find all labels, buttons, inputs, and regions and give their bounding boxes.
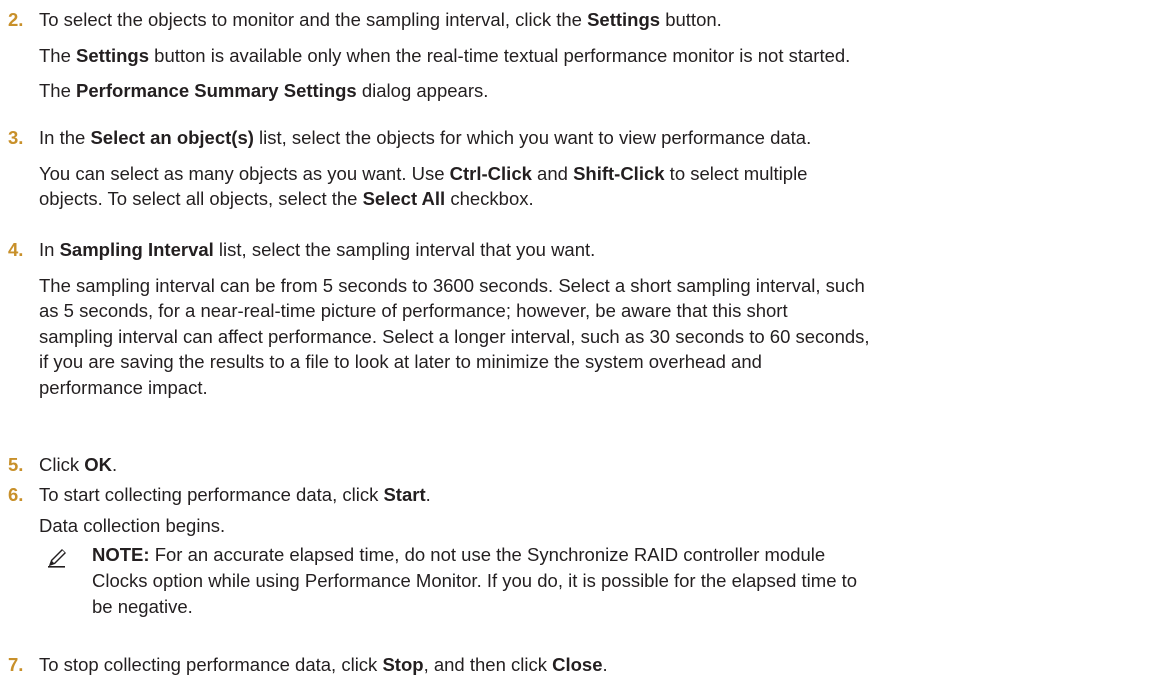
step-text-line: sampling interval can affect performance… — [39, 324, 870, 350]
text-segment: checkbox. — [445, 188, 534, 209]
ui-term: Select an object(s) — [90, 127, 254, 148]
text-segment: dialog appears. — [356, 80, 489, 101]
ui-term: OK — [84, 454, 112, 475]
step-number: 5. — [8, 454, 24, 475]
step-text-line: if you are saving the results to a file … — [39, 349, 762, 375]
text-segment: button. — [660, 9, 722, 30]
step-text-line: The Settings button is available only wh… — [39, 43, 850, 69]
ui-term: Shift-Click — [573, 163, 665, 184]
step-text-line: The Performance Summary Settings dialog … — [39, 78, 488, 104]
step-text-line: The sampling interval can be from 5 seco… — [39, 273, 865, 299]
text-segment: if you are saving the results to a file … — [39, 351, 762, 372]
text-segment: as 5 seconds, for a near-real-time pictu… — [39, 300, 788, 321]
step-text-line: In Sampling Interval list, select the sa… — [39, 237, 595, 263]
text-segment: . — [111, 454, 118, 475]
step-number: 7. — [8, 654, 24, 675]
note-label: NOTE: — [92, 544, 150, 565]
ui-term: Performance Summary Settings — [76, 80, 357, 101]
note-text-line: be negative. — [92, 594, 193, 620]
text-segment: Data collection begins. — [39, 515, 226, 536]
text-segment: . — [425, 484, 431, 505]
text-segment: You can select as many objects as you wa… — [39, 163, 450, 184]
ui-term: Settings — [76, 45, 150, 66]
note-text: be negative. — [92, 596, 193, 617]
ui-term: Close — [552, 654, 603, 675]
step-number: 4. — [8, 239, 24, 260]
text-segment: list, select the objects for which you w… — [253, 127, 812, 148]
text-segment: . — [602, 654, 608, 675]
note-text-line: NOTE: For an accurate elapsed time, do n… — [92, 542, 825, 568]
step-text-line: You can select as many objects as you wa… — [39, 161, 807, 187]
step-text-line: To stop collecting performance data, cli… — [39, 652, 608, 678]
step-text-line: performance impact. — [39, 375, 208, 401]
step-text-line: Data collection begins. — [39, 513, 225, 539]
text-segment: performance impact. — [39, 377, 208, 398]
ui-term: Stop — [382, 654, 424, 675]
note-text-line: Clocks option while using Performance Mo… — [92, 568, 857, 594]
text-segment: to select multiple — [664, 163, 808, 184]
step-text-line: To start collecting performance data, cl… — [39, 482, 431, 508]
step-text-line: In the Select an object(s) list, select … — [39, 125, 811, 151]
text-segment: The — [39, 80, 77, 101]
text-segment: objects. To select all objects, select t… — [39, 188, 363, 209]
text-segment: button is available only when the real-t… — [149, 45, 851, 66]
text-segment: , and then click — [423, 654, 553, 675]
text-segment: To stop collecting performance data, cli… — [39, 654, 383, 675]
text-segment: and — [531, 163, 574, 184]
ui-term: Settings — [587, 9, 661, 30]
ui-term: Start — [383, 484, 426, 505]
note-text: For an accurate elapsed time, do not use… — [149, 544, 826, 565]
text-segment: In — [39, 239, 60, 260]
text-segment: To start collecting performance data, cl… — [39, 484, 384, 505]
step-text-line: as 5 seconds, for a near-real-time pictu… — [39, 298, 788, 324]
step-text-line: Click OK. — [39, 452, 117, 478]
text-segment: list, select the sampling interval that … — [213, 239, 596, 260]
text-segment: Click — [39, 454, 85, 475]
step-text-line: To select the objects to monitor and the… — [39, 7, 722, 33]
text-segment: In the — [39, 127, 91, 148]
note-text: Clocks option while using Performance Mo… — [92, 570, 858, 591]
step-number: 2. — [8, 9, 24, 30]
step-number: 3. — [8, 127, 24, 148]
document-page: 2. To select the objects to monitor and t… — [0, 0, 1170, 682]
ui-term: Select All — [362, 188, 446, 209]
note-pencil-icon — [47, 546, 69, 568]
text-segment: To select the objects to monitor and the… — [39, 9, 588, 30]
text-segment: sampling interval can affect performance… — [39, 326, 870, 347]
text-segment: The sampling interval can be from 5 seco… — [39, 275, 865, 296]
step-number: 6. — [8, 484, 24, 505]
ui-term: Ctrl-Click — [449, 163, 532, 184]
text-segment: The — [39, 45, 77, 66]
ui-term: Sampling Interval — [59, 239, 214, 260]
step-text-line: objects. To select all objects, select t… — [39, 186, 534, 212]
